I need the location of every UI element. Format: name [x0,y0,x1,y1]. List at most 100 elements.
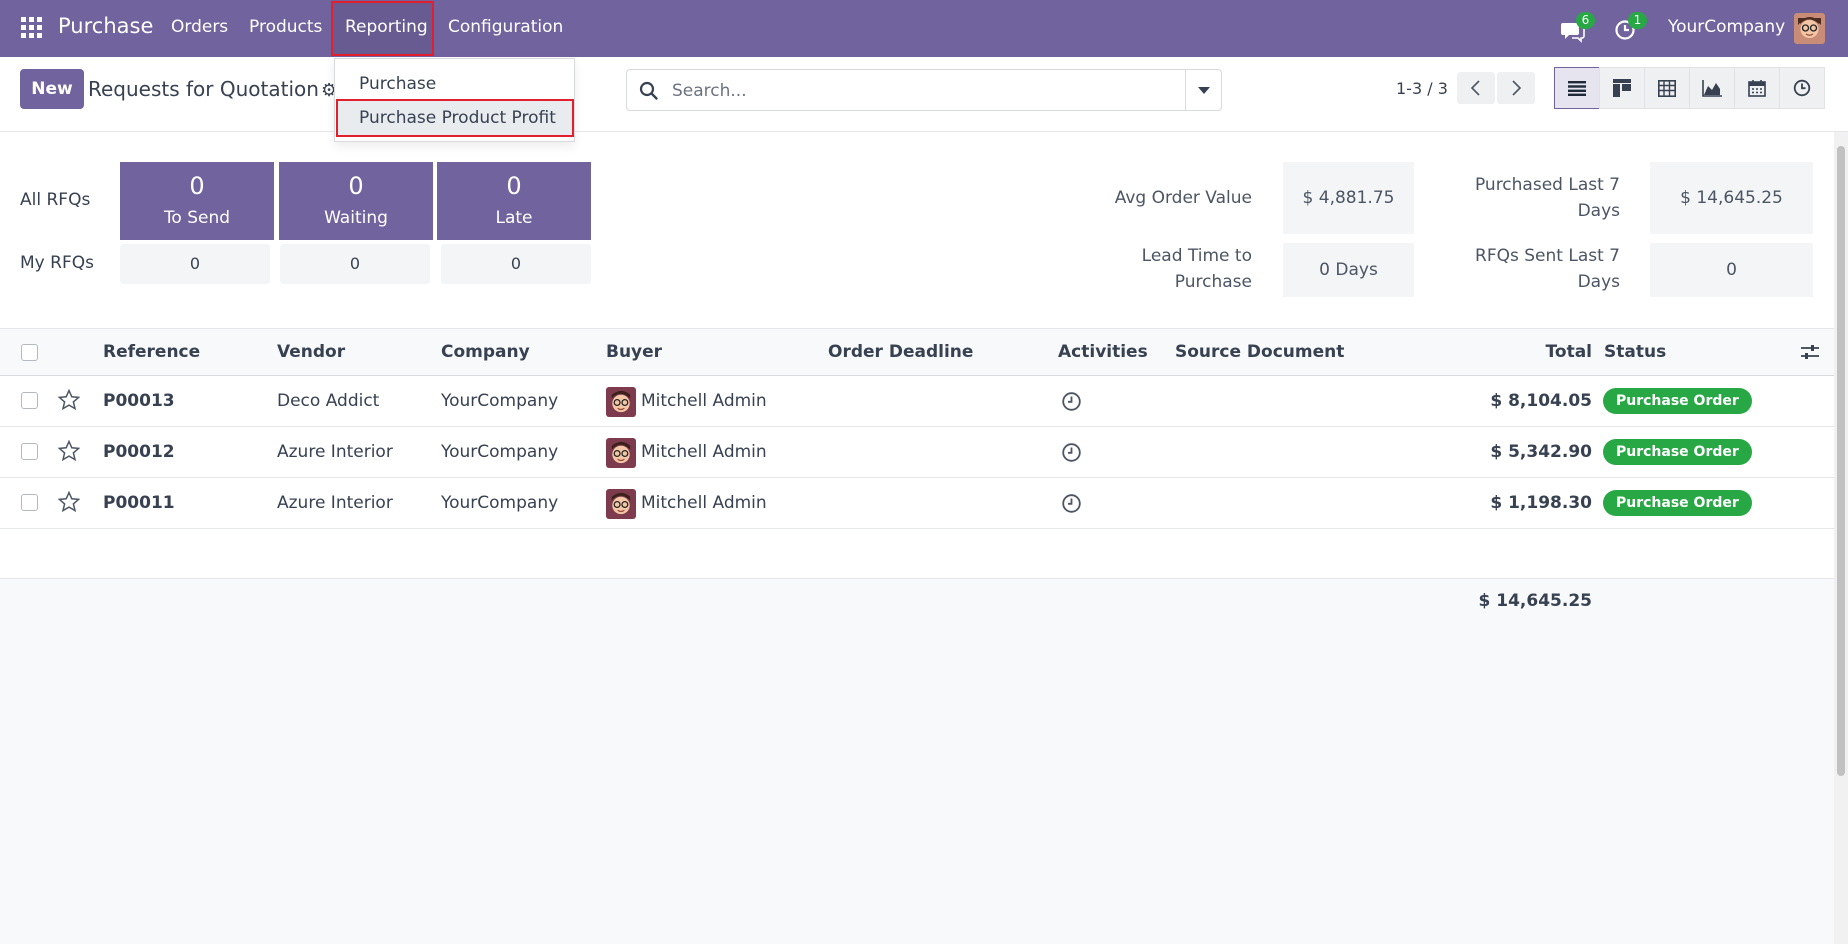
cell-vendor: Azure Interior [277,493,393,513]
header-company[interactable]: Company [441,342,530,362]
clock-icon[interactable] [1061,391,1082,412]
search-icon [639,81,658,100]
my-to-send-value[interactable]: 0 [120,244,270,284]
activities-button[interactable]: 1 [1614,12,1647,42]
grand-total: $ 14,645.25 [1478,591,1592,611]
card-label: Waiting [324,208,388,228]
cell-total: $ 8,104.05 [1490,391,1592,411]
list-icon [1568,81,1586,96]
header-source-document[interactable]: Source Document [1175,342,1344,362]
header-vendor[interactable]: Vendor [277,342,345,362]
clock-icon[interactable] [1061,493,1082,514]
star-icon[interactable] [58,440,80,462]
top-navbar: Purchase Orders Products Reporting Confi… [0,0,1848,57]
kanban-view-button[interactable] [1599,67,1645,109]
column-settings-icon[interactable] [1801,344,1819,360]
header-total[interactable]: Total [1450,342,1592,362]
cell-buyer: Mitchell Admin [641,493,767,513]
row-checkbox[interactable] [21,494,38,511]
kanban-icon [1613,79,1631,97]
cell-reference: P00013 [103,391,175,411]
card-waiting[interactable]: 0 Waiting [279,162,433,240]
list-view-button[interactable] [1554,67,1600,109]
company-switcher[interactable]: YourCompany [1668,17,1785,37]
header-reference[interactable]: Reference [103,342,200,362]
pager-next-button[interactable] [1497,72,1535,104]
activity-view-button[interactable] [1779,67,1825,109]
table-footer: $ 14,645.25 [0,578,1834,944]
vertical-scrollbar[interactable] [1834,132,1848,944]
apps-grid-icon[interactable] [21,17,43,39]
app-brand[interactable]: Purchase [58,14,153,38]
lead-time-label-line: Lead Time to [1141,246,1252,266]
table-row[interactable]: P00013 Deco Addict YourCompany Mitchell … [0,376,1834,427]
clock-icon[interactable] [1061,442,1082,463]
pager-previous-button[interactable] [1457,72,1495,104]
purchased-last-7-value: $ 14,645.25 [1650,162,1813,234]
rfqs-sent-label-line: RFQs Sent Last 7 [1475,246,1620,266]
calendar-icon [1748,80,1766,97]
scrollbar-thumb[interactable] [1837,146,1845,776]
purchased-label-line: Purchased Last 7 [1474,175,1620,195]
cell-buyer: Mitchell Admin [641,391,767,411]
row-checkbox[interactable] [21,392,38,409]
card-late[interactable]: 0 Late [437,162,591,240]
new-button[interactable]: New [20,69,84,109]
lead-time-label: Lead Time to Purchase [1080,243,1252,295]
buyer-avatar [606,489,636,519]
rfqs-sent-last-7-value: 0 [1650,243,1813,297]
avatar-face-icon [606,438,636,468]
cell-vendor: Deco Addict [277,391,380,411]
page-title[interactable]: Requests for Quotation [88,77,319,101]
cell-company: YourCompany [441,391,559,411]
messages-button[interactable]: 6 [1560,12,1595,43]
purchased-label-line: Days [1577,201,1620,221]
card-to-send[interactable]: 0 To Send [120,162,274,240]
header-buyer[interactable]: Buyer [606,342,662,362]
chevron-left-icon [1470,80,1480,96]
menu-reporting[interactable]: Reporting [345,17,428,37]
chevron-right-icon [1512,80,1522,96]
card-value: 0 [506,172,522,200]
view-switcher [1554,67,1825,109]
all-rfqs-label: All RFQs [20,190,91,210]
messages-count-badge: 6 [1576,12,1595,29]
my-waiting-value[interactable]: 0 [280,244,430,284]
search-input[interactable] [670,79,1170,103]
lead-time-value: 0 Days [1283,243,1414,297]
dropdown-item-purchase[interactable]: Purchase [359,74,436,94]
cell-buyer: Mitchell Admin [641,442,767,462]
header-status[interactable]: Status [1604,342,1666,362]
row-checkbox[interactable] [21,443,38,460]
my-late-value[interactable]: 0 [441,244,591,284]
search-options-toggle[interactable] [1185,70,1221,110]
calendar-view-button[interactable] [1734,67,1780,109]
cell-company: YourCompany [441,493,559,513]
graph-view-button[interactable] [1689,67,1735,109]
pivot-icon [1658,79,1676,97]
menu-configuration[interactable]: Configuration [448,17,563,37]
pager-value[interactable]: 1-3 / 3 [1396,79,1448,98]
cell-vendor: Azure Interior [277,442,393,462]
star-icon[interactable] [58,491,80,513]
table-row[interactable]: P00011 Azure Interior YourCompany Mitche… [0,478,1834,529]
purchased-last-7-label: Purchased Last 7 Days [1440,172,1620,224]
avatar-face-icon [606,387,636,417]
menu-orders[interactable]: Orders [171,17,228,37]
pivot-view-button[interactable] [1644,67,1690,109]
card-label: Late [495,208,533,228]
table-row[interactable]: P00012 Azure Interior YourCompany Mitche… [0,427,1834,478]
star-icon[interactable] [58,389,80,411]
menu-products[interactable]: Products [249,17,322,37]
cell-total: $ 1,198.30 [1490,493,1592,513]
card-value: 0 [348,172,364,200]
dropdown-item-purchase-product-profit[interactable]: Purchase Product Profit [359,108,556,128]
rfqs-sent-label-line: Days [1577,272,1620,292]
activities-count-badge: 1 [1628,12,1647,29]
header-order-deadline[interactable]: Order Deadline [828,342,973,362]
avg-order-value: $ 4,881.75 [1283,162,1414,234]
cell-company: YourCompany [441,442,559,462]
select-all-checkbox[interactable] [21,344,38,361]
header-activities[interactable]: Activities [1058,342,1148,362]
user-avatar[interactable] [1794,13,1825,44]
